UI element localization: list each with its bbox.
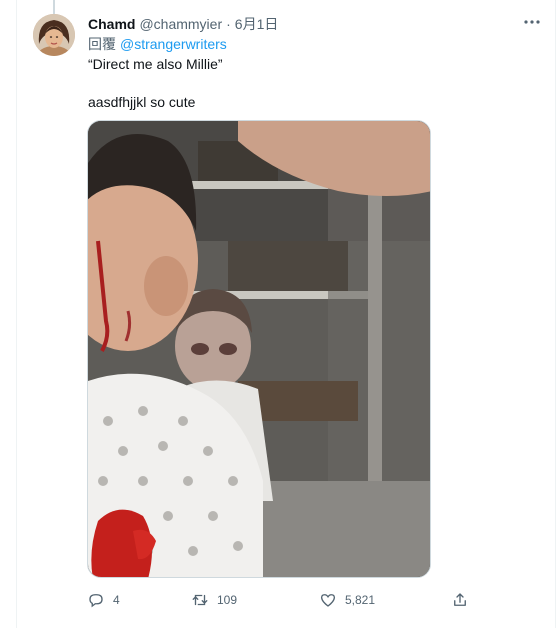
more-icon[interactable] (520, 12, 544, 32)
author-handle[interactable]: @chammyier (139, 16, 222, 32)
reply-to-handle[interactable]: @strangerwriters (120, 36, 227, 52)
like-button[interactable]: 5,821 (319, 588, 375, 612)
avatar-image (33, 14, 75, 56)
thread-line (53, 0, 55, 14)
tweet-actions: 4 109 5,821 (87, 588, 477, 612)
reply-context: 回覆 @strangerwriters (88, 34, 227, 54)
tweet-text-line-1: “Direct me also Millie” (88, 56, 223, 72)
reply-icon (89, 594, 103, 608)
tweet-date[interactable]: 6月1日 (235, 14, 279, 34)
tweet-text-line-2: aasdfhjjkl so cute (88, 94, 196, 110)
retweet-count: 109 (217, 593, 238, 607)
share-button[interactable] (451, 588, 469, 612)
reply-prefix: 回覆 (88, 36, 116, 52)
author-display-name[interactable]: Chamd (88, 16, 135, 32)
photo-image (88, 121, 430, 577)
retweet-icon (192, 594, 208, 606)
heart-icon (320, 594, 336, 607)
reply-button[interactable]: 4 (87, 588, 120, 612)
tweet-text: “Direct me also Millie” aasdfhjjkl so cu… (88, 54, 528, 112)
avatar[interactable] (33, 14, 75, 56)
header-separator: · (226, 16, 231, 32)
like-count: 5,821 (345, 593, 376, 607)
retweet-button[interactable]: 109 (191, 588, 237, 612)
reply-count: 4 (113, 593, 120, 607)
tweet-header: Chamd @chammyier · 6月1日 (88, 14, 278, 34)
tweet-media-photo[interactable] (87, 120, 431, 578)
share-icon (454, 593, 466, 606)
